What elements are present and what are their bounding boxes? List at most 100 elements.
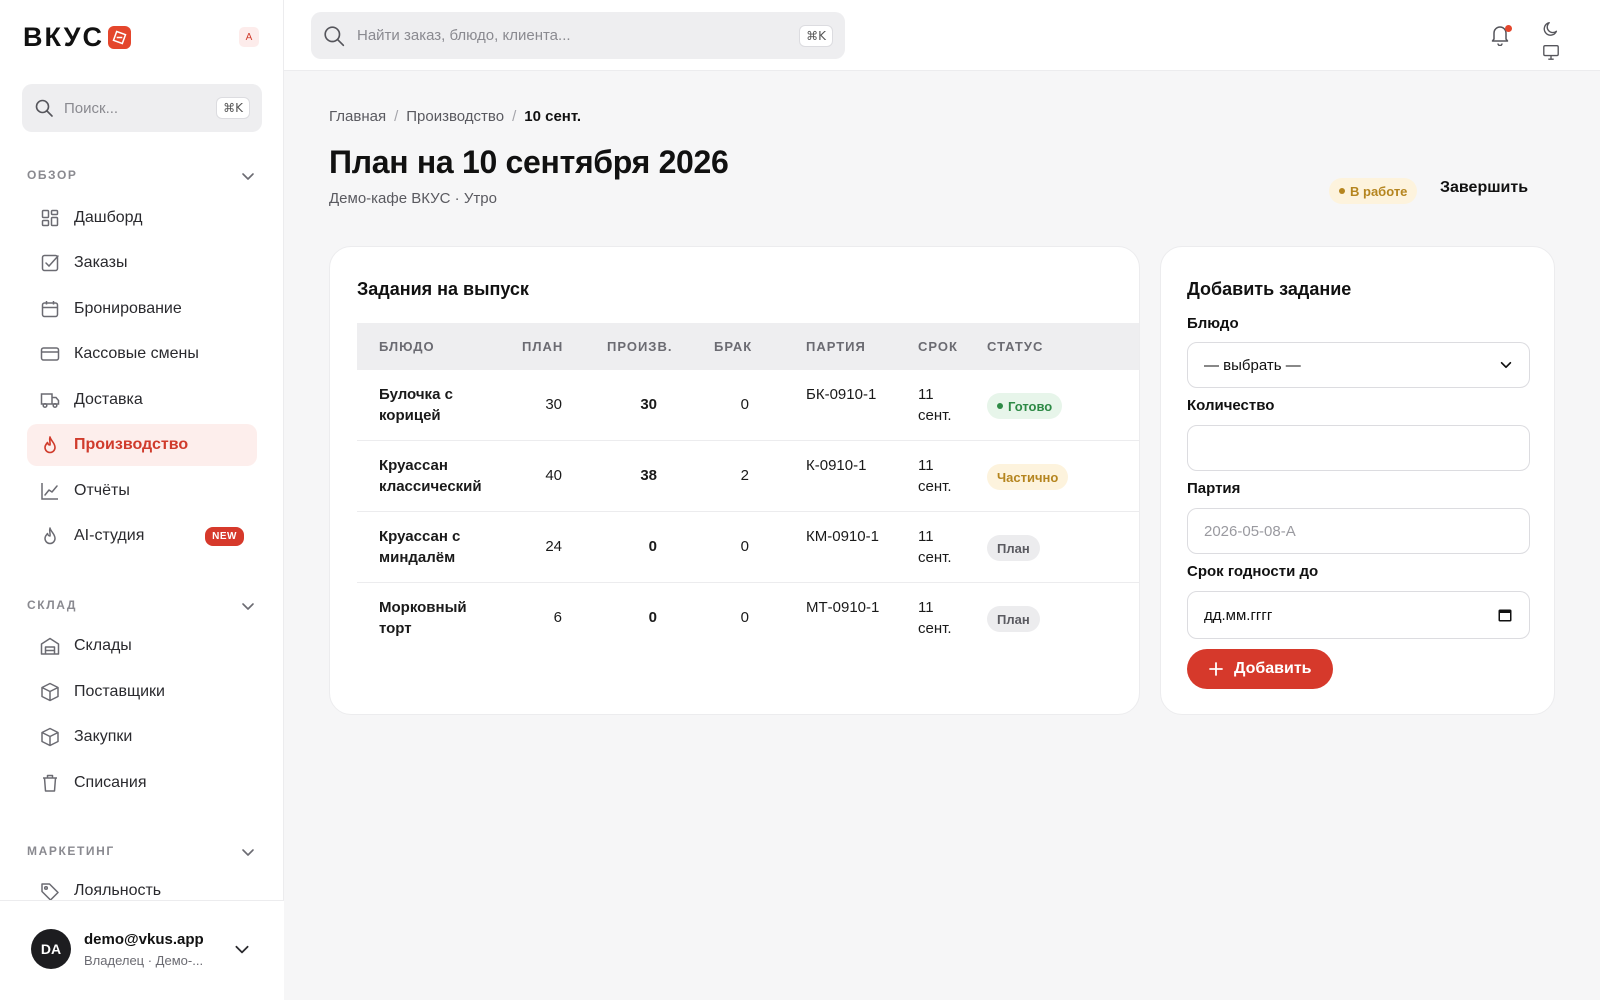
sidebar-item-dashboard[interactable]: Дашборд — [27, 197, 257, 239]
checkbox-icon — [40, 253, 60, 273]
produced-qty: 0 — [648, 538, 657, 555]
sidebar-item-label: Кассовые смены — [74, 345, 199, 362]
notification-dot — [1505, 25, 1512, 32]
workspace-chip[interactable]: A — [239, 27, 259, 47]
sidebar-item-label: Отчёты — [74, 482, 130, 499]
column-header-produced: ПРОИЗВ. — [607, 339, 673, 354]
table-row: Морковный торт 6 0 0 МТ-0910-1 11 сент. … — [357, 583, 1139, 654]
sidebar-item-label: Лояльность — [74, 882, 162, 899]
breadcrumb: Главная / Производство / 10 сент. — [329, 108, 581, 125]
chevron-down-icon[interactable] — [240, 844, 256, 860]
produced-qty: 38 — [640, 467, 657, 484]
moon-icon[interactable] — [1542, 20, 1560, 38]
topbar: Найти заказ, блюдо, клиента... ⌘K — [284, 0, 1600, 71]
defect-qty: 0 — [740, 609, 749, 626]
sidebar-item-writeoffs[interactable]: Списания — [27, 762, 257, 804]
section-label-overview: ОБЗОР — [27, 168, 78, 182]
sidebar-item-label: Поставщики — [74, 683, 165, 700]
sidebar-item-cash-shifts[interactable]: Кассовые смены — [27, 333, 257, 375]
dish-select[interactable]: — выбрать — — [1187, 342, 1530, 388]
status-label: Готово — [1008, 398, 1053, 414]
status-dot — [997, 403, 1003, 409]
status-dot — [1339, 188, 1345, 194]
quantity-input[interactable] — [1187, 425, 1530, 471]
chevron-down-icon[interactable] — [240, 168, 256, 184]
breadcrumb-separator: / — [512, 108, 517, 125]
sidebar-item-label: Дашборд — [74, 209, 143, 226]
global-search[interactable]: Найти заказ, блюдо, клиента... ⌘K — [311, 12, 845, 59]
plan-qty: 24 — [545, 538, 562, 555]
sidebar-search-placeholder: Поиск... — [64, 99, 119, 117]
plan-qty: 6 — [553, 609, 562, 626]
sidebar-item-production[interactable]: Производство — [27, 424, 257, 466]
calendar-icon[interactable] — [1497, 607, 1513, 623]
plan-qty: 30 — [545, 396, 562, 413]
batch-code: БК-0910-1 — [806, 386, 877, 403]
trash-icon — [40, 773, 60, 793]
table-header: БЛЮДО ПЛАН ПРОИЗВ. БРАК ПАРТИЯ СРОК СТАТ… — [357, 323, 1139, 370]
breadcrumb-current: 10 сент. — [524, 108, 582, 125]
monitor-icon[interactable] — [1542, 43, 1560, 61]
dish-name: Булочка с корицей — [379, 386, 453, 424]
expiry-date-input[interactable]: дд.мм.гггг — [1187, 591, 1530, 639]
brand-logo[interactable]: ВКУС — [23, 22, 131, 53]
sidebar-item-ai-studio[interactable]: AI-студия NEW — [27, 515, 257, 557]
produced-qty: 30 — [640, 396, 657, 413]
batch-code: МТ-0910-1 — [806, 599, 880, 616]
sidebar-item-reports[interactable]: Отчёты — [27, 470, 257, 512]
brand-mark-icon — [107, 26, 131, 49]
chart-icon — [40, 481, 60, 501]
tag-icon — [40, 882, 60, 900]
batch-input[interactable] — [1187, 508, 1530, 554]
status-badge: План — [987, 535, 1040, 561]
sidebar-item-delivery[interactable]: Доставка — [27, 379, 257, 421]
expiry-field-label: Срок годности до — [1187, 563, 1319, 580]
account-role: Владелец · Демо-... — [84, 953, 204, 968]
page-subtitle: Демо-кафе ВКУС · Утро — [329, 190, 497, 207]
status-label: План — [997, 611, 1030, 627]
breadcrumb-home[interactable]: Главная — [329, 108, 386, 125]
column-header-dish: БЛЮДО — [379, 339, 435, 354]
tasks-card: Задания на выпуск БЛЮДО ПЛАН ПРОИЗВ. БРА… — [329, 246, 1140, 715]
column-header-batch: ПАРТИЯ — [806, 339, 866, 354]
table-row: Круассан с миндалём 24 0 0 КМ-0910-1 11 … — [357, 512, 1139, 583]
brand-name: ВКУС — [23, 22, 104, 52]
account-footer[interactable]: DA demo@vkus.app Владелец · Демо-... — [0, 900, 284, 1000]
dish-name: Морковный торт — [379, 599, 467, 637]
plan-status-badge: В работе — [1329, 178, 1418, 204]
box-icon — [40, 682, 60, 702]
defect-qty: 0 — [740, 538, 749, 555]
dish-name: Круассан с миндалём — [379, 528, 461, 566]
section-label-marketing: МАРКЕТИНГ — [27, 844, 115, 858]
table-row: Булочка с корицей 30 30 0 БК-0910-1 11 с… — [357, 370, 1139, 441]
chevron-down-icon[interactable] — [233, 940, 251, 958]
sidebar: ВКУС A Поиск... ⌘K ОБЗОР Дашборд Заказы … — [0, 0, 284, 1000]
breadcrumb-section[interactable]: Производство — [406, 108, 504, 125]
new-badge: NEW — [205, 526, 244, 546]
sidebar-item-label: AI-студия — [74, 527, 145, 544]
sidebar-item-loyalty[interactable]: Лояльность — [27, 872, 257, 900]
term-date: 11 сент. — [918, 457, 952, 495]
shortcut-badge: ⌘K — [216, 97, 250, 119]
global-search-placeholder: Найти заказ, блюдо, клиента... — [357, 27, 571, 44]
status-badge: План — [987, 606, 1040, 632]
sidebar-item-label: Заказы — [74, 254, 128, 271]
plus-icon — [1208, 661, 1224, 677]
finish-button[interactable]: Завершить — [1440, 179, 1528, 197]
add-task-button-label: Добавить — [1234, 660, 1312, 677]
add-task-button[interactable]: Добавить — [1187, 649, 1333, 689]
sidebar-item-booking[interactable]: Бронирование — [27, 288, 257, 330]
column-header-defect: БРАК — [714, 339, 753, 354]
plan-status-label: В работе — [1350, 183, 1408, 199]
account-email: demo@vkus.app — [84, 931, 204, 948]
sidebar-item-orders[interactable]: Заказы — [27, 242, 257, 284]
sidebar-item-purchases[interactable]: Закупки — [27, 716, 257, 758]
batch-field-label: Партия — [1187, 480, 1241, 497]
sidebar-item-suppliers[interactable]: Поставщики — [27, 671, 257, 713]
defect-qty: 2 — [740, 467, 749, 484]
sidebar-item-warehouses[interactable]: Склады — [27, 625, 257, 667]
box-icon — [40, 727, 60, 747]
chevron-down-icon[interactable] — [240, 598, 256, 614]
sidebar-search[interactable]: Поиск... ⌘K — [22, 84, 262, 132]
status-badge: Готово — [987, 393, 1063, 419]
